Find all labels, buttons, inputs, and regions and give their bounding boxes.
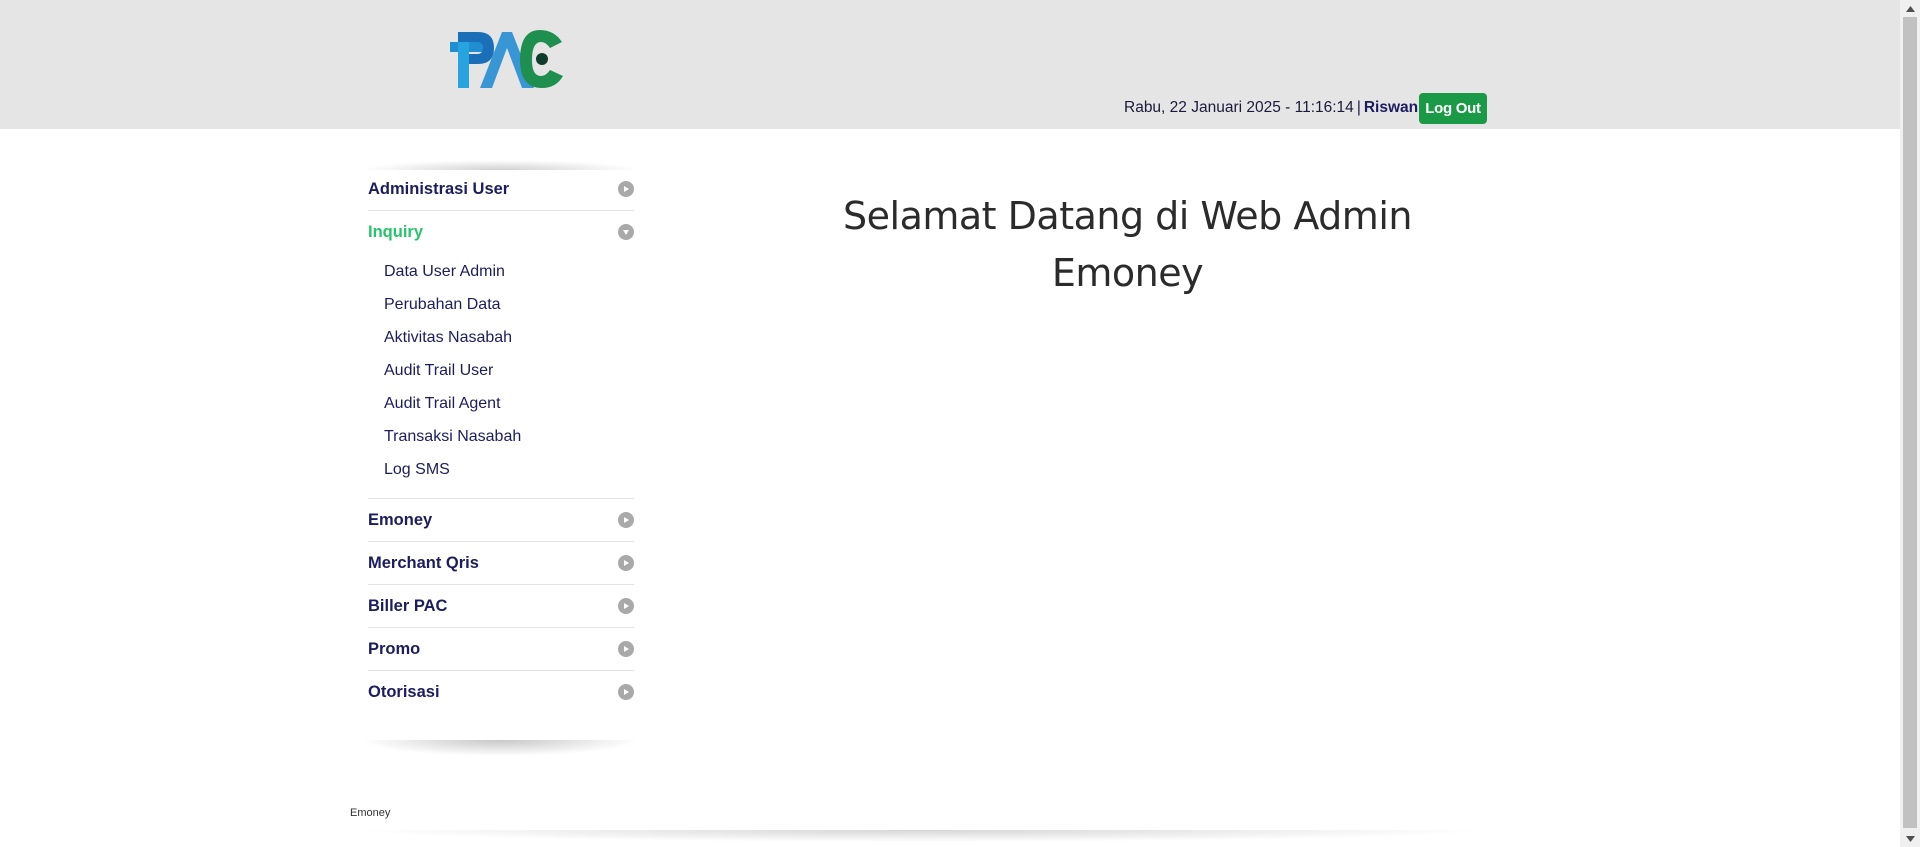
submenu-item-audit-trail-agent[interactable]: Audit Trail Agent (384, 387, 634, 420)
menu-item-label: Otorisasi (368, 682, 440, 701)
scroll-down-arrow-icon[interactable] (1900, 830, 1920, 847)
menu-item-label: Emoney (368, 510, 433, 529)
separator: | (1356, 99, 1361, 116)
sidebar-menu: Administrasi User Inquiry Data User Admi… (368, 168, 634, 713)
chevron-right-icon (618, 641, 634, 657)
chevron-right-icon (618, 555, 634, 571)
header: Rabu, 22 Januari 2025 - 11:16:14 | Riswa… (0, 0, 1900, 129)
chevron-right-icon (618, 512, 634, 528)
menu-item-label: Merchant Qris (368, 553, 479, 572)
chevron-right-icon (618, 181, 634, 197)
menu-item-label: Inquiry (368, 222, 424, 241)
user-bar: Rabu, 22 Januari 2025 - 11:16:14 | Riswa… (1124, 98, 1428, 118)
pac-logo[interactable] (450, 26, 564, 90)
menu-item-inquiry[interactable]: Inquiry (368, 211, 634, 253)
submenu-item-transaksi-nasabah[interactable]: Transaksi Nasabah (384, 420, 634, 453)
current-datetime: Rabu, 22 Januari 2025 - 11:16:14 (1124, 99, 1354, 116)
submenu-item-audit-trail-user[interactable]: Audit Trail User (384, 354, 634, 387)
vertical-scrollbar[interactable] (1900, 0, 1920, 847)
submenu-item-log-sms[interactable]: Log SMS (384, 453, 634, 486)
menu-item-biller-pac[interactable]: Biller PAC (368, 585, 634, 628)
logout-button[interactable]: Log Out (1419, 93, 1487, 124)
welcome-line-1: Selamat Datang di Web Admin (843, 194, 1412, 238)
menu-item-label: Promo (368, 639, 421, 658)
menu-item-label: Administrasi User (368, 179, 510, 198)
welcome-heading: Selamat Datang di Web Admin Emoney (760, 188, 1495, 302)
chevron-right-icon (618, 684, 634, 700)
menu-item-promo[interactable]: Promo (368, 628, 634, 671)
scrollbar-thumb[interactable] (1903, 17, 1917, 828)
menu-item-emoney[interactable]: Emoney (368, 499, 634, 542)
submenu-item-perubahan-data[interactable]: Perubahan Data (384, 288, 634, 321)
sidebar-shadow (360, 740, 640, 756)
menu-item-administrasi-user[interactable]: Administrasi User (368, 168, 634, 211)
chevron-right-icon (618, 598, 634, 614)
submenu-item-data-user-admin[interactable]: Data User Admin (384, 255, 634, 288)
page: Rabu, 22 Januari 2025 - 11:16:14 | Riswa… (0, 0, 1920, 847)
footer-shadow (350, 830, 1495, 842)
username-link[interactable]: Riswan (1364, 99, 1418, 117)
inquiry-submenu: Data User Admin Perubahan Data Aktivitas… (368, 253, 634, 499)
welcome-line-2: Emoney (1051, 251, 1204, 295)
menu-item-merchant-qris[interactable]: Merchant Qris (368, 542, 634, 585)
menu-item-otorisasi[interactable]: Otorisasi (368, 671, 634, 713)
chevron-down-icon (618, 224, 634, 240)
submenu-item-aktivitas-nasabah[interactable]: Aktivitas Nasabah (384, 321, 634, 354)
menu-item-label: Biller PAC (368, 596, 448, 615)
scroll-up-arrow-icon[interactable] (1900, 0, 1920, 17)
footer-text: Emoney (350, 807, 391, 819)
